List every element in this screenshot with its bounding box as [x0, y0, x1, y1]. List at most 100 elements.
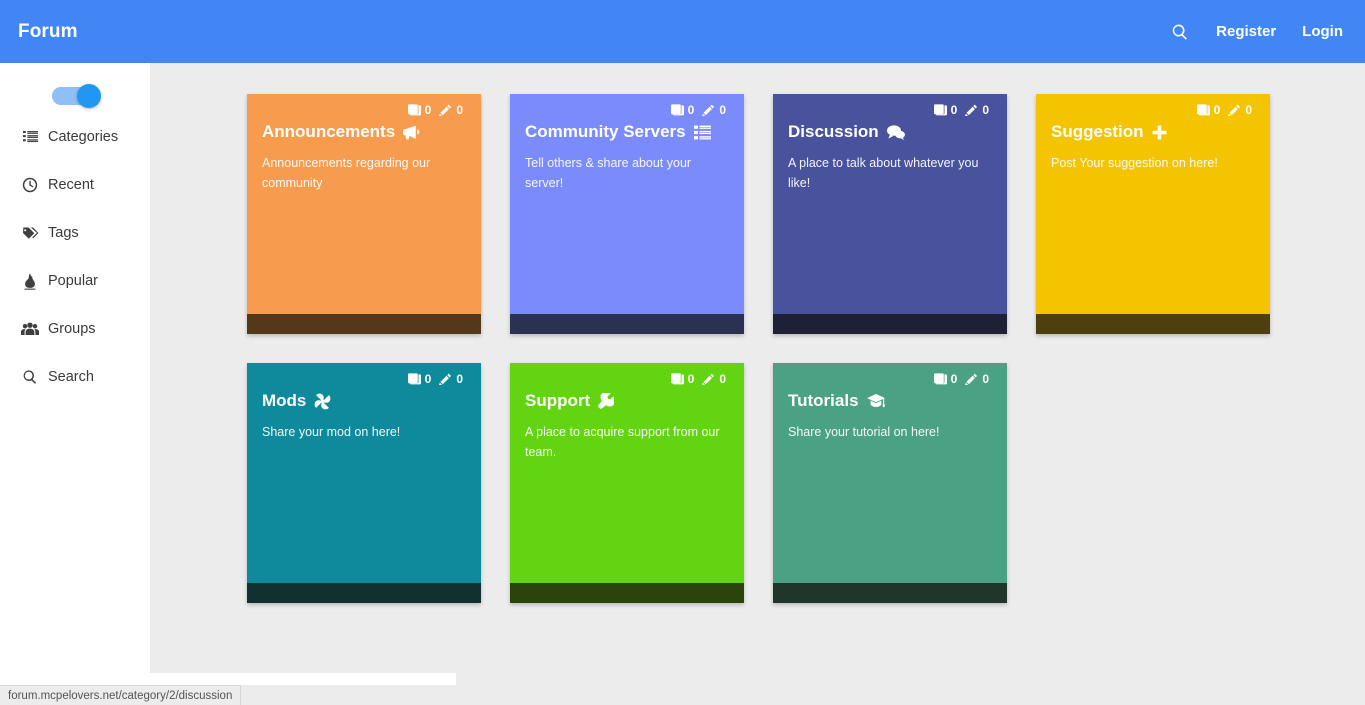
post-count: 0	[456, 372, 463, 386]
category-card-description: Announcements regarding our community	[262, 156, 431, 191]
category-card-footer	[773, 314, 1007, 334]
category-title-text: Support	[525, 391, 591, 410]
category-card-footer	[510, 314, 744, 334]
pencil-icon	[702, 104, 715, 116]
category-card[interactable]: 0 0 Mods Share your mod on here!	[247, 363, 481, 603]
category-card-stats: 00	[262, 103, 467, 117]
category-card[interactable]: 0 0 Support A place to acquire support from…	[510, 363, 744, 603]
category-card-footer	[247, 583, 481, 603]
category-card-body: 0 0 Mods Share your mod on here!	[247, 363, 481, 583]
toggle-row	[0, 79, 150, 113]
topic-count: 0	[687, 103, 695, 117]
users-icon	[21, 320, 39, 338]
wrench-icon	[598, 393, 615, 410]
post-count: 0	[982, 372, 989, 386]
pencil-icon	[439, 373, 452, 385]
category-card[interactable]: 0 0 Announcements Announcements regarding o…	[247, 94, 481, 334]
plus-icon	[1152, 124, 1167, 141]
category-card-body: 0 0 Suggestion Post Your suggestion on here…	[1036, 94, 1270, 314]
navbar-right-group: Register Login	[1170, 22, 1343, 42]
category-card-stats: 00	[1051, 103, 1256, 117]
sidebar-item-popular[interactable]: Popular	[0, 267, 150, 295]
status-url: forum.mcpelovers.net/category/2/discussi…	[8, 689, 233, 702]
pencil-icon	[965, 373, 978, 385]
category-card-title: Tutorials	[788, 391, 993, 411]
category-title-text: Mods	[262, 391, 307, 410]
category-card-stats: 00	[525, 103, 730, 117]
pencil-icon	[439, 104, 452, 116]
sidebar-item-recent[interactable]: Recent	[0, 171, 150, 199]
category-card-description: Post Your suggestion on here!	[1051, 156, 1218, 171]
tags-icon	[21, 224, 39, 242]
category-card-title: Support	[525, 391, 730, 411]
category-card-title: Discussion	[788, 122, 993, 142]
clock-icon	[21, 176, 39, 194]
category-card[interactable]: 0 0 Tutorials Share your tutorial on here!	[773, 363, 1007, 603]
category-card-stats: 00	[788, 372, 993, 386]
category-card-description: A place to talk about whatever you like!	[788, 156, 979, 191]
category-card[interactable]: 0 0 Community Servers Tell others & share a…	[510, 94, 744, 334]
pencil-icon	[965, 104, 978, 116]
category-card-stats: 00	[788, 103, 993, 117]
category-card-footer	[1036, 314, 1270, 334]
category-card-body: 0 0 Announcements Announcements regarding o…	[247, 94, 481, 314]
category-card-description: Tell others & share about your server!	[525, 156, 692, 191]
category-card-title: Mods	[262, 391, 467, 411]
top-navbar: Forum Register Login	[0, 0, 1365, 63]
category-title-text: Discussion	[788, 122, 879, 141]
category-card-body: 0 0 Community Servers Tell others & share a…	[510, 94, 744, 314]
fire-icon	[21, 272, 39, 290]
book-icon	[407, 104, 421, 116]
post-count: 0	[719, 372, 726, 386]
sidebar-item-label: Tags	[48, 224, 79, 241]
comments-icon	[886, 124, 905, 141]
graduation-cap-icon	[866, 393, 885, 410]
login-link[interactable]: Login	[1302, 23, 1343, 40]
bullhorn-icon	[403, 124, 420, 141]
topic-count: 0	[424, 372, 432, 386]
topic-count: 0	[950, 103, 958, 117]
book-icon	[670, 104, 684, 116]
search-icon[interactable]	[1170, 22, 1190, 42]
category-card-stats: 00	[525, 372, 730, 386]
topic-count: 0	[424, 103, 432, 117]
category-card-footer	[510, 583, 744, 603]
topic-count: 0	[1213, 103, 1221, 117]
sidebar-item-tags[interactable]: Tags	[0, 219, 150, 247]
book-icon	[933, 373, 947, 385]
pencil-icon	[702, 373, 715, 385]
book-icon	[670, 373, 684, 385]
list-ul-icon	[21, 128, 39, 146]
book-icon	[1196, 104, 1210, 116]
category-card[interactable]: 0 0 Discussion A place to talk about whatev…	[773, 94, 1007, 334]
brand-logo[interactable]: Forum	[18, 21, 78, 43]
category-card-footer	[773, 583, 1007, 603]
sidebar-item-label: Groups	[48, 320, 96, 337]
sidebar-item-groups[interactable]: Groups	[0, 315, 150, 343]
category-card-stats: 00	[262, 372, 467, 386]
fan-icon	[314, 393, 331, 410]
list-icon	[693, 124, 711, 141]
category-card-description: Share your mod on here!	[262, 425, 401, 440]
book-icon	[933, 104, 947, 116]
toggle-knob	[76, 84, 101, 108]
category-card-description: A place to acquire support from our team…	[525, 425, 720, 460]
category-card-body: 0 0 Discussion A place to talk about whatev…	[773, 94, 1007, 314]
search-icon	[21, 368, 39, 386]
statusbar-spacer	[0, 673, 456, 685]
sidebar-item-categories[interactable]: Categories	[0, 123, 150, 151]
category-card-title: Community Servers	[525, 122, 730, 142]
main-content: 0 0 Announcements Announcements regarding o…	[150, 63, 1365, 705]
topic-count: 0	[950, 372, 958, 386]
category-card-title: Suggestion	[1051, 122, 1256, 142]
category-title-text: Suggestion	[1051, 122, 1144, 141]
category-card-footer	[247, 314, 481, 334]
category-card-body: 0 0 Support A place to acquire support from…	[510, 363, 744, 583]
category-card-body: 0 0 Tutorials Share your tutorial on here!	[773, 363, 1007, 583]
register-link[interactable]: Register	[1216, 23, 1276, 40]
sidebar-item-label: Popular	[48, 272, 98, 289]
topic-count: 0	[687, 372, 695, 386]
category-card[interactable]: 0 0 Suggestion Post Your suggestion on here…	[1036, 94, 1270, 334]
sidebar-item-search[interactable]: Search	[0, 363, 150, 391]
night-mode-toggle[interactable]	[51, 84, 101, 108]
